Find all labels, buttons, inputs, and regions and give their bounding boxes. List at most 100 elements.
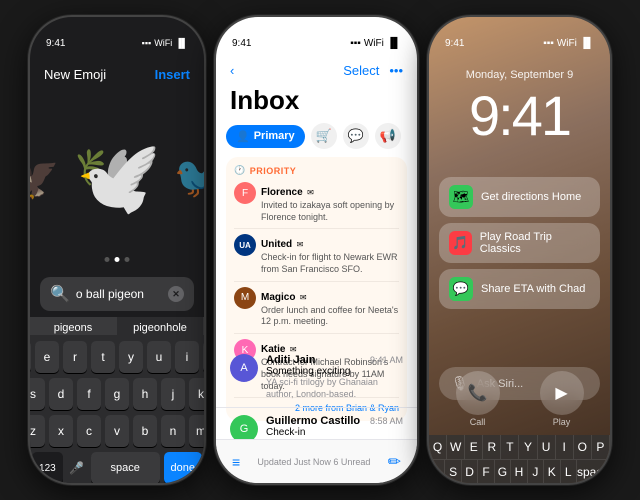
tab-primary-label: Primary (254, 130, 295, 142)
mic-button[interactable]: 🎤 (67, 452, 87, 484)
key-v[interactable]: v (105, 415, 129, 447)
key-h[interactable]: h (133, 378, 157, 410)
key-e[interactable]: e (35, 341, 59, 373)
clear-search-button[interactable]: ✕ (168, 286, 184, 302)
lockscreen-time: 9:41 (429, 83, 610, 148)
filter-icon[interactable]: ≡ (232, 454, 240, 470)
key-s[interactable]: s (28, 378, 45, 410)
inbox-tabs: 👤 Primary 🛒 💬 📢 (226, 123, 407, 149)
key-numbers[interactable]: 123 (32, 452, 63, 484)
key-z[interactable]: z (28, 415, 45, 447)
key-space[interactable]: space (91, 452, 160, 484)
key-j[interactable]: j (161, 378, 185, 410)
phone3-battery-icon: ▐▌ (580, 38, 594, 49)
tab-shopping[interactable]: 🛒 (311, 123, 337, 149)
more-button[interactable]: ••• (389, 63, 403, 78)
p3-key-space[interactable]: space (577, 460, 610, 483)
suggestion-eta[interactable]: 💬 Share ETA with Chad (439, 269, 600, 309)
p3-key-s[interactable]: S (445, 460, 461, 483)
key-done[interactable]: done (164, 452, 202, 484)
sender-magico: Magico (261, 292, 295, 303)
signal-icon: ▪▪▪ (142, 38, 152, 48)
call-button[interactable]: 📞 (456, 371, 500, 415)
key-r[interactable]: r (63, 341, 87, 373)
tab-chat[interactable]: 💬 (343, 123, 369, 149)
wifi-icon: WiFi (154, 38, 172, 48)
battery-icon: ▐▌ (175, 38, 188, 48)
p3-key-e[interactable]: E (465, 435, 483, 459)
key-y[interactable]: y (119, 341, 143, 373)
avatar-magico: M (234, 287, 256, 309)
key-w[interactable]: w (28, 341, 31, 373)
keyboard: q w e r t y u i o p a s d f g h j k l ⇧ … (30, 335, 204, 483)
key-o[interactable]: o (203, 341, 206, 373)
p3-key-o[interactable]: O (574, 435, 592, 459)
suggestion-music[interactable]: 🎵 Play Road Trip Classics (439, 223, 600, 263)
key-u[interactable]: u (147, 341, 171, 373)
phone1-time: 9:41 (46, 38, 65, 49)
search-icon: 🔍 (50, 284, 70, 304)
sender-guillermo: Guillermo Castillo (266, 415, 360, 427)
p3-key-p[interactable]: P (592, 435, 610, 459)
priority-item-united[interactable]: UA United ✉ Check-in for flight to Newar… (234, 234, 399, 281)
key-f[interactable]: f (77, 378, 101, 410)
p3-key-w[interactable]: W (447, 435, 465, 459)
key-m[interactable]: m (189, 415, 206, 447)
p3-key-t[interactable]: T (501, 435, 519, 459)
priority-item-magico[interactable]: M Magico ✉ Order lunch and coffee for Ne… (234, 287, 399, 334)
emoji-search-bar[interactable]: 🔍 o ball pigeon ✕ (40, 277, 194, 311)
key-n[interactable]: n (161, 415, 185, 447)
select-button[interactable]: Select (343, 63, 379, 78)
phone3-wifi-icon: WiFi (557, 38, 577, 49)
key-b[interactable]: b (133, 415, 157, 447)
priority-item-florence[interactable]: F Florence ✉ Invited to izakaya soft ope… (234, 182, 399, 229)
compose-button[interactable]: ✏ (388, 452, 401, 472)
new-emoji-label: New Emoji (44, 67, 106, 82)
key-g[interactable]: g (105, 378, 129, 410)
key-i[interactable]: i (175, 341, 199, 373)
person-icon: 👤 (236, 130, 250, 143)
key-x[interactable]: x (49, 415, 73, 447)
subject-guillermo: Check-in (266, 427, 403, 438)
lockscreen-date: Monday, September 9 (429, 69, 610, 81)
p3-key-j[interactable]: J (528, 460, 544, 483)
mail-item-aditi[interactable]: A Aditi Jain 9:41 AM Something exciting … (216, 347, 417, 408)
p3-key-r[interactable]: R (483, 435, 501, 459)
tab-promo[interactable]: 📢 (375, 123, 401, 149)
phone2-signal-icon: ▪▪▪ (350, 38, 361, 49)
priority-text-united: United ✉ Check-in for flight to Newark E… (261, 234, 399, 275)
updated-status: Updated Just Now 6 Unread (257, 457, 370, 467)
play-button[interactable]: ▶ (540, 371, 584, 415)
p3-key-i[interactable]: I (556, 435, 574, 459)
emoji-alt-right[interactable]: 🐦 (174, 154, 206, 201)
msg-united: Check-in for flight to Newark EWR from S… (261, 252, 399, 275)
call-label: Call (470, 417, 486, 427)
phone3-time-status: 9:41 (445, 38, 464, 49)
insert-button[interactable]: Insert (155, 67, 190, 82)
p3-key-l[interactable]: L (561, 460, 577, 483)
search-text: o ball pigeon (76, 287, 162, 301)
phone2-status-bar: 9:41 ▪▪▪ WiFi ▐▌ (216, 17, 417, 61)
mic-icon: 🎤 (69, 461, 84, 475)
msg-magico: Order lunch and coffee for Neeta's 12 p.… (261, 305, 399, 328)
key-t[interactable]: t (91, 341, 115, 373)
tab-primary[interactable]: 👤 Primary (226, 125, 305, 148)
p3-key-a[interactable]: A (429, 460, 445, 483)
p3-key-d[interactable]: D (462, 460, 478, 483)
p3-key-y[interactable]: Y (519, 435, 537, 459)
emoji-main[interactable]: 🕊️ (72, 135, 162, 220)
p3-key-h[interactable]: H (511, 460, 527, 483)
key-d[interactable]: d (49, 378, 73, 410)
suggestion-directions[interactable]: 🗺 Get directions Home (439, 177, 600, 217)
p3-key-u[interactable]: U (538, 435, 556, 459)
key-k[interactable]: k (189, 378, 206, 410)
suggestions-area: 🗺 Get directions Home 🎵 Play Road Trip C… (439, 177, 600, 315)
p3-key-g[interactable]: G (495, 460, 511, 483)
p3-key-q[interactable]: Q (429, 435, 447, 459)
avatar-aditi: A (230, 354, 258, 382)
back-button[interactable]: ‹ (230, 63, 234, 78)
emoji-alt-left[interactable]: 🦅 (28, 154, 60, 201)
p3-key-k[interactable]: K (544, 460, 560, 483)
p3-key-f[interactable]: F (478, 460, 494, 483)
key-c[interactable]: c (77, 415, 101, 447)
